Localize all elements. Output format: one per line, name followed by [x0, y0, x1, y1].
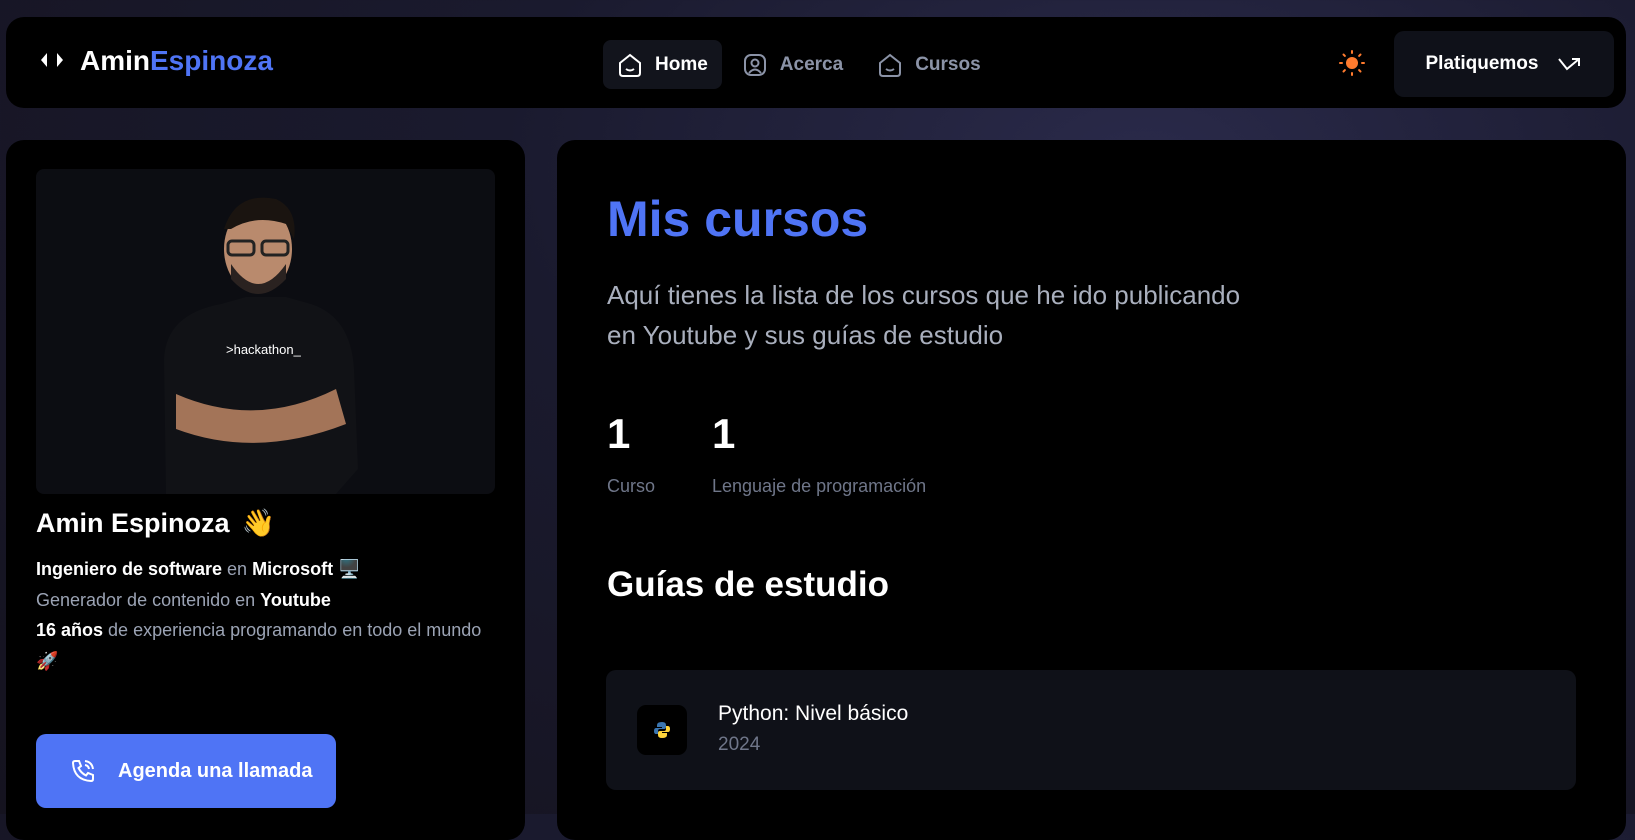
profile-name: Amin Espinoza 👋 — [36, 507, 275, 539]
svg-text:>hackathon_: >hackathon_ — [226, 342, 302, 357]
code-brackets-icon — [38, 45, 66, 77]
theme-toggle[interactable] — [1339, 50, 1365, 81]
bio-text: Generador de contenido en — [36, 589, 261, 610]
nav-home-label: Home — [655, 53, 708, 75]
user-icon — [743, 53, 766, 76]
cta-label: Platiquemos — [1425, 53, 1539, 74]
study-guides-heading: Guías de estudio — [607, 565, 889, 604]
nav-cursos[interactable]: Cursos — [863, 40, 994, 89]
platiquemos-button[interactable]: Platiquemos — [1394, 31, 1614, 97]
home-icon — [619, 53, 641, 77]
stat-courses: 1 Curso — [607, 410, 655, 497]
course-item[interactable]: Python: Nivel básico 2024 — [606, 670, 1576, 790]
logo-first: Amin — [80, 45, 150, 76]
courses-panel: Mis cursos Aquí tienes la lista de los c… — [557, 140, 1626, 840]
course-year: 2024 — [718, 734, 761, 755]
sun-icon — [1339, 50, 1365, 76]
bio-company: Microsoft — [252, 559, 334, 579]
nav-acerca-label: Acerca — [779, 53, 844, 75]
python-icon — [637, 705, 687, 755]
logo-second: Espinoza — [150, 45, 273, 76]
arrow-up-right-icon — [1558, 58, 1581, 71]
bio-text: en — [222, 559, 253, 579]
nav-cursos-label: Cursos — [915, 53, 981, 75]
stat-value: 1 — [607, 410, 631, 457]
bio-youtube: Youtube — [260, 589, 331, 610]
call-label: Agenda una llamada — [118, 759, 313, 782]
page-description: Aquí tienes la lista de los cursos que h… — [607, 280, 1241, 350]
computer-icon: 🖥️ — [333, 559, 361, 579]
bio-text: de experiencia programando en todo el mu… — [36, 620, 482, 671]
logo[interactable]: AminEspinoza — [38, 45, 273, 77]
nav-home[interactable]: Home — [603, 40, 722, 89]
phone-icon — [71, 760, 94, 783]
bio-years: 16 años — [36, 620, 104, 640]
profile-bio: Ingeniero de software en Microsoft 🖥️ Ge… — [36, 554, 496, 676]
profile-photo: >hackathon_ — [36, 169, 495, 494]
stat-label: Curso — [607, 476, 656, 496]
name-text: Amin Espinoza — [36, 507, 230, 538]
wave-icon: 👋 — [241, 508, 276, 538]
profile-card: >hackathon_ Amin Espinoza 👋 Ingeniero de… — [6, 140, 525, 840]
page-title: Mis cursos — [607, 191, 869, 247]
schedule-call-button[interactable]: Agenda una llamada — [36, 734, 336, 808]
nav-acerca[interactable]: Acerca — [728, 40, 857, 89]
main-nav: Home Acerca Cursos — [603, 40, 995, 89]
top-navbar: AminEspinoza Home Acerca Cursos Platique… — [6, 17, 1626, 108]
course-title: Python: Nivel básico — [718, 702, 909, 725]
bio-role: Ingeniero de software — [36, 559, 223, 579]
stat-value: 1 — [712, 410, 736, 457]
stat-label: Lenguaje de programación — [712, 476, 927, 496]
home-icon — [879, 53, 902, 77]
stat-languages: 1 Lenguaje de programación — [712, 410, 926, 497]
